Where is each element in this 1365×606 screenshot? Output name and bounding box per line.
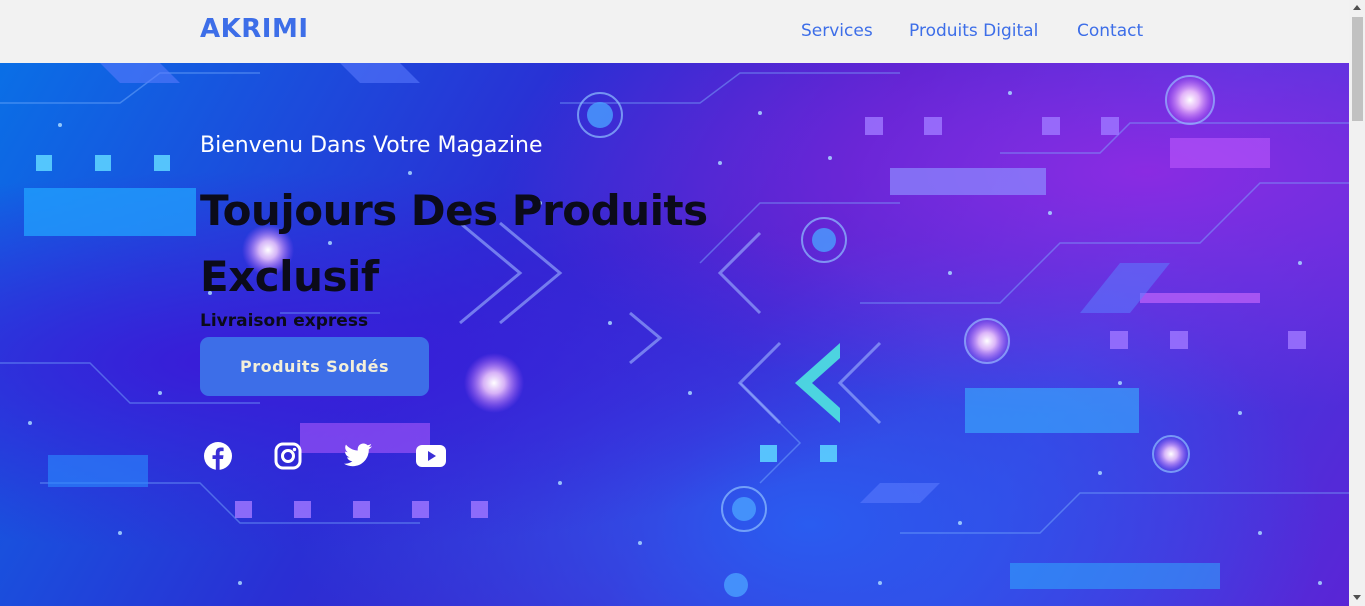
nav-link-produits-digital[interactable]: Produits Digital	[909, 21, 1038, 41]
scrollbar-thumb[interactable]	[1352, 17, 1363, 121]
youtube-icon[interactable]	[415, 440, 447, 472]
hero-headline: Toujours Des Produits Exclusif	[200, 186, 708, 301]
navbar: AKRIMI Services Produits Digital Contact	[0, 0, 1349, 63]
scroll-down-arrow-icon[interactable]	[1353, 595, 1361, 600]
nav-link-services[interactable]: Services	[801, 21, 873, 41]
hero-greeting: Bienvenu Dans Votre Magazine	[200, 133, 543, 158]
brand-logo[interactable]: AKRIMI	[200, 14, 309, 44]
hero-section: Bienvenu Dans Votre Magazine Toujours De…	[0, 63, 1349, 606]
hero-tagline: Livraison express	[200, 311, 369, 331]
twitter-icon[interactable]	[342, 440, 374, 472]
scroll-up-arrow-icon[interactable]	[1353, 5, 1361, 10]
nav-link-contact[interactable]: Contact	[1077, 21, 1143, 41]
instagram-icon[interactable]	[272, 440, 304, 472]
facebook-icon[interactable]	[202, 440, 234, 472]
produits-soldes-button[interactable]: Produits Soldés	[200, 337, 429, 396]
